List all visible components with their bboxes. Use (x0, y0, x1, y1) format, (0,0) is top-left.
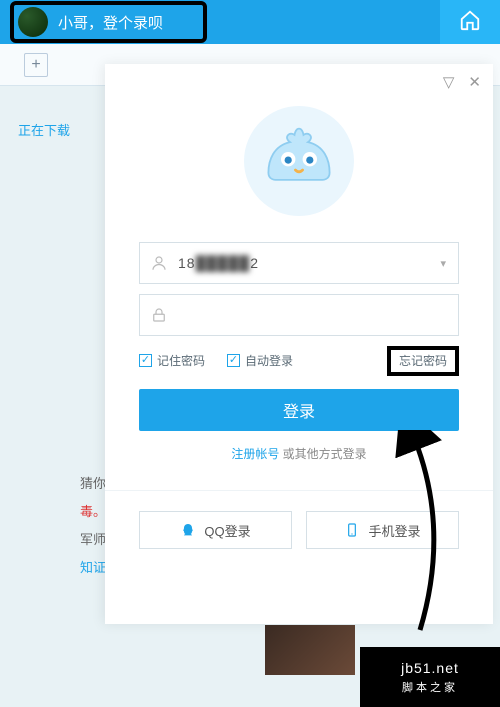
options-row: ✓ 记住密码 ✓ 自动登录 忘记密码 (139, 352, 459, 369)
watermark-name: 脚本之家 (402, 679, 458, 695)
alt-login-row: 注册帐号 或其他方式登录 (139, 445, 459, 462)
close-icon[interactable]: ✕ (468, 73, 481, 91)
background-thumbnail (265, 625, 355, 675)
watermark: jb51.net 脚本之家 (360, 647, 500, 707)
avatar-wrap (105, 106, 493, 216)
checkbox-checked-icon: ✓ (139, 354, 152, 367)
home-button[interactable] (440, 0, 500, 44)
register-link[interactable]: 注册帐号 (231, 447, 279, 461)
bg-text-2: 毒。 (80, 498, 106, 526)
third-party-row: QQ登录 手机登录 (105, 490, 493, 549)
remember-password-checkbox[interactable]: ✓ 记住密码 (139, 352, 205, 369)
bg-text-1: 猜你 (80, 470, 106, 498)
bird-avatar-icon (244, 106, 354, 216)
greeting-text: 小哥，登个录呗 (58, 12, 163, 33)
downloading-tab[interactable]: 正在下载 (18, 120, 70, 139)
qq-icon (180, 522, 196, 538)
user-avatar-icon[interactable] (18, 7, 48, 37)
background-links: 猜你 毒。 军师 知证 (80, 470, 106, 582)
person-icon (150, 254, 168, 272)
other-login-text: 或其他方式登录 (279, 447, 366, 461)
home-icon (459, 9, 481, 36)
forgot-password-highlight-box: 忘记密码 (387, 346, 459, 376)
login-button[interactable]: 登录 (139, 389, 459, 431)
login-form: 18█████2 ▾ ✓ 记住密码 ✓ 自动登录 忘记密码 登录 注册 (105, 216, 493, 462)
login-panel: ▽ ✕ 18█████2 ▾ ✓ 记住密码 (105, 64, 493, 624)
chevron-down-icon[interactable]: ▾ (440, 257, 446, 270)
account-value: 18█████2 (178, 255, 259, 271)
new-tab-button[interactable]: + (24, 53, 48, 77)
phone-icon (344, 522, 360, 538)
auto-login-checkbox[interactable]: ✓ 自动登录 (227, 352, 293, 369)
phone-login-button[interactable]: 手机登录 (306, 511, 459, 549)
greeting-highlight-box: 小哥，登个录呗 (10, 1, 207, 43)
panel-controls: ▽ ✕ (105, 64, 493, 100)
checkbox-checked-icon: ✓ (227, 354, 240, 367)
qq-login-button[interactable]: QQ登录 (139, 511, 292, 549)
title-bar: 小哥，登个录呗 (0, 0, 500, 44)
password-field[interactable] (139, 294, 459, 336)
bg-text-3: 军师 (80, 526, 106, 554)
forgot-password-link[interactable]: 忘记密码 (399, 354, 447, 368)
bg-text-4: 知证 (80, 554, 106, 582)
dropdown-icon[interactable]: ▽ (443, 73, 455, 91)
lock-icon (150, 306, 168, 324)
watermark-url: jb51.net (401, 660, 459, 676)
account-field[interactable]: 18█████2 ▾ (139, 242, 459, 284)
